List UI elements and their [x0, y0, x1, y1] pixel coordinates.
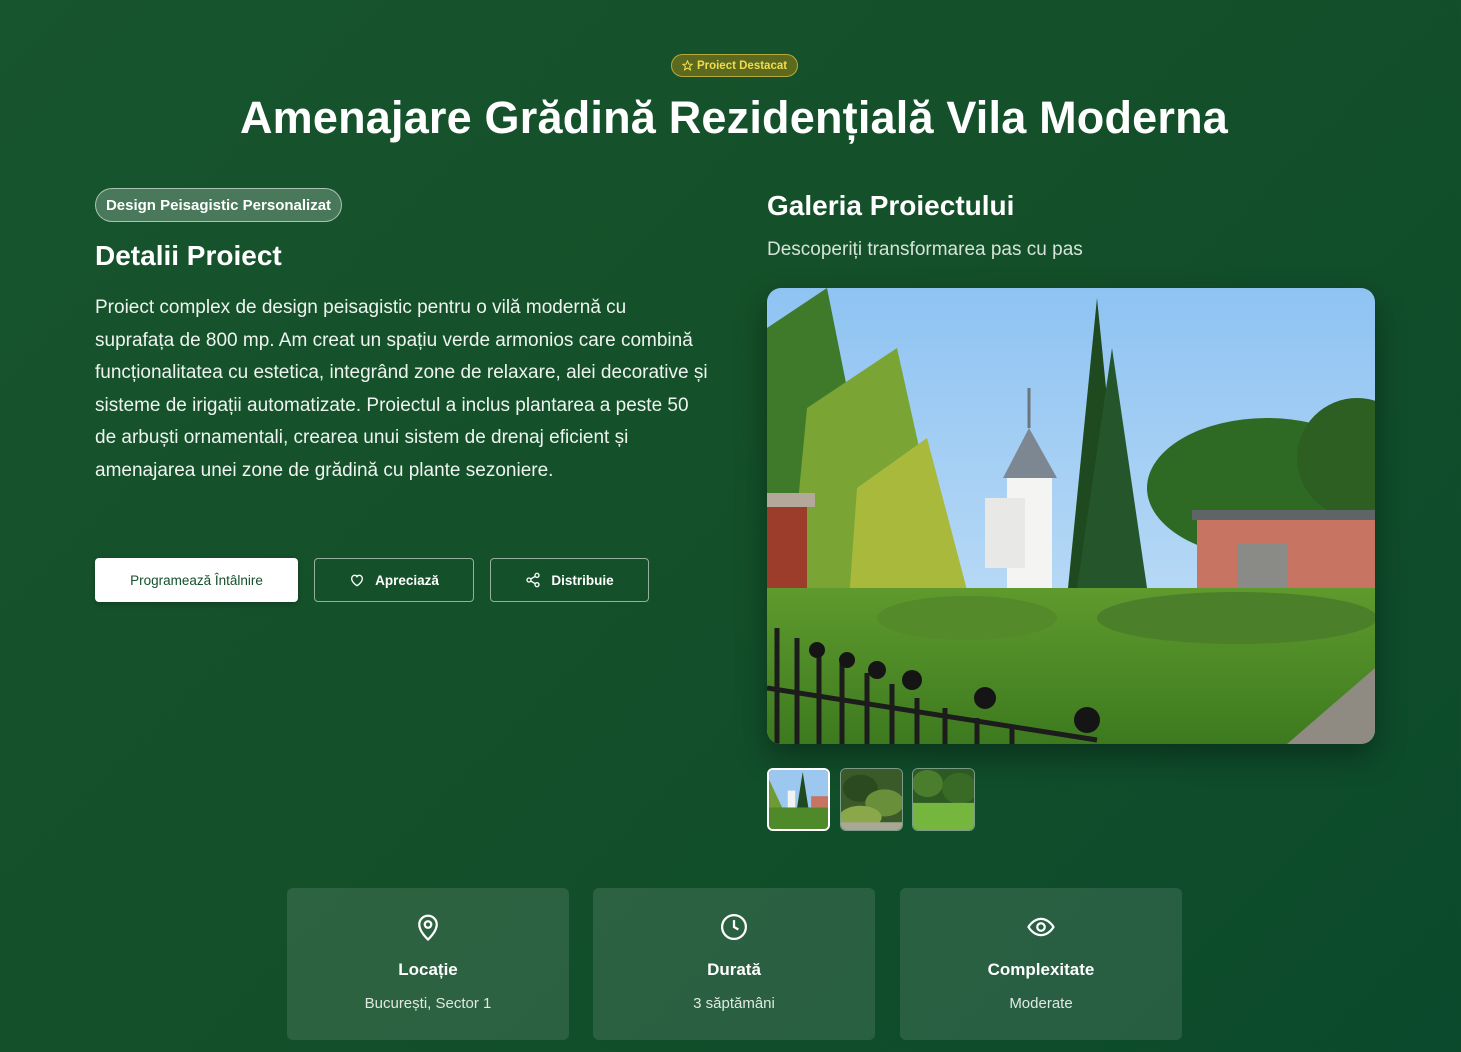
heart-icon: [351, 574, 364, 587]
star-icon: [681, 60, 693, 71]
like-label: Apreciază: [375, 572, 439, 588]
featured-badge: Proiect Destacat: [671, 54, 798, 77]
complexity-card: Complexitate Moderate: [900, 888, 1182, 1040]
gallery-thumbnail[interactable]: [767, 768, 830, 831]
project-description: Proiect complex de design peisagistic pe…: [95, 297, 708, 481]
share-icon: [526, 572, 541, 588]
complexity-value: Moderate: [1009, 995, 1073, 1012]
like-button[interactable]: Apreciază: [314, 558, 474, 602]
duration-card: Durată 3 săptămâni: [593, 888, 875, 1040]
garden-villa-photo: [767, 288, 1375, 744]
featured-badge-label: Proiect Destacat: [696, 59, 788, 72]
gallery-subtitle: Descoperiți transformarea pas cu pas: [767, 239, 1083, 260]
share-button[interactable]: Distribuie: [490, 558, 649, 602]
shrubs-thumbnail: [841, 769, 902, 830]
eye-icon: [1027, 917, 1055, 937]
clock-icon: [721, 914, 747, 940]
location-value: București, Sector 1: [364, 995, 492, 1012]
complexity-label: Complexitate: [987, 960, 1095, 979]
schedule-meeting-label: Programează Întâlnire: [130, 572, 263, 588]
location-card: Locație București, Sector 1: [287, 888, 569, 1040]
gallery-title: Galeria Proiectului: [767, 190, 1015, 221]
lawn-thumbnail: [913, 769, 974, 830]
details-heading: Detalii Proiect: [95, 240, 282, 271]
map-pin-icon: [418, 914, 438, 942]
duration-label: Durată: [707, 960, 761, 979]
page-title: Amenajare Grădină Rezidențială Vila Mode…: [239, 92, 1229, 143]
gallery-thumbnail[interactable]: [840, 768, 903, 831]
duration-value: 3 săptămâni: [693, 995, 775, 1012]
location-label: Locație: [398, 960, 458, 979]
villa-garden-thumbnail: [769, 770, 828, 829]
share-label: Distribuie: [551, 572, 614, 588]
category-pill: Design Peisagistic Personalizat: [95, 188, 342, 222]
schedule-meeting-button[interactable]: Programează Întâlnire: [95, 558, 298, 602]
gallery-main-image[interactable]: [767, 288, 1375, 744]
gallery-thumbnail[interactable]: [912, 768, 975, 831]
